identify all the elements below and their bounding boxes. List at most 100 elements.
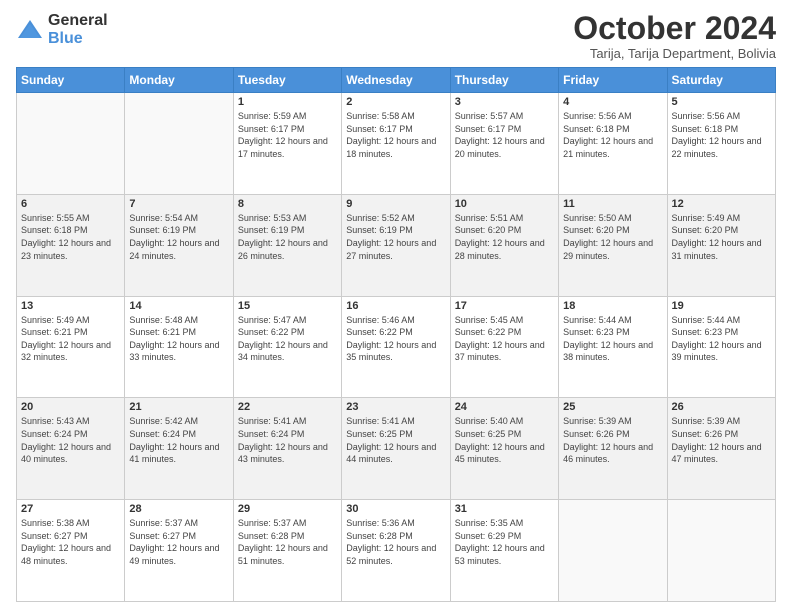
day-number: 11: [563, 198, 662, 210]
day-info: Sunrise: 5:46 AM Sunset: 6:22 PM Dayligh…: [346, 314, 445, 364]
day-number: 5: [672, 96, 771, 108]
logo-blue: Blue: [48, 30, 108, 48]
day-number: 1: [238, 96, 337, 108]
table-row: 16 Sunrise: 5:46 AM Sunset: 6:22 PM Dayli…: [342, 296, 450, 398]
table-row: [125, 93, 233, 195]
day-number: 15: [238, 300, 337, 312]
logo: General Blue: [16, 12, 108, 47]
table-row: 6 Sunrise: 5:55 AM Sunset: 6:18 PM Daylig…: [17, 194, 125, 296]
table-row: 23 Sunrise: 5:41 AM Sunset: 6:25 PM Dayli…: [342, 398, 450, 500]
table-row: 30 Sunrise: 5:36 AM Sunset: 6:28 PM Dayli…: [342, 500, 450, 602]
day-info: Sunrise: 5:54 AM Sunset: 6:19 PM Dayligh…: [129, 212, 228, 262]
table-row: 1 Sunrise: 5:59 AM Sunset: 6:17 PM Daylig…: [233, 93, 341, 195]
table-row: 17Sunrise: 5:45 AM Sunset: 6:22 PM Dayli…: [450, 296, 558, 398]
col-saturday: Saturday: [667, 68, 775, 93]
day-number: 2: [346, 96, 445, 108]
day-info: Sunrise: 5:51 AM Sunset: 6:20 PM Dayligh…: [455, 212, 554, 262]
day-number: 6: [21, 198, 120, 210]
title-block: October 2024 Tarija, Tarija Department, …: [573, 12, 776, 61]
day-number: 24: [455, 401, 554, 413]
day-number: 21: [129, 401, 228, 413]
table-row: 3 Sunrise: 5:57 AM Sunset: 6:17 PM Daylig…: [450, 93, 558, 195]
day-info: Sunrise: 5:53 AM Sunset: 6:19 PM Dayligh…: [238, 212, 337, 262]
table-row: 27Sunrise: 5:38 AM Sunset: 6:27 PM Dayli…: [17, 500, 125, 602]
table-row: 10 Sunrise: 5:51 AM Sunset: 6:20 PM Dayli…: [450, 194, 558, 296]
table-row: 18Sunrise: 5:44 AM Sunset: 6:23 PM Dayli…: [559, 296, 667, 398]
calendar-table: Sunday Monday Tuesday Wednesday Thursday…: [16, 67, 776, 602]
day-number: 30: [346, 503, 445, 515]
col-friday: Friday: [559, 68, 667, 93]
table-row: [17, 93, 125, 195]
day-number: 12: [672, 198, 771, 210]
day-info: Sunrise: 5:50 AM Sunset: 6:20 PM Dayligh…: [563, 212, 662, 262]
day-info: Sunrise: 5:38 AM Sunset: 6:27 PM Dayligh…: [21, 517, 120, 567]
month-title: October 2024: [573, 12, 776, 44]
day-number: 19: [672, 300, 771, 312]
page: General Blue October 2024 Tarija, Tarija…: [0, 0, 792, 612]
day-number: 16: [346, 300, 445, 312]
table-row: 2Sunrise: 5:58 AM Sunset: 6:17 PM Daylig…: [342, 93, 450, 195]
day-number: 4: [563, 96, 662, 108]
day-number: 10: [455, 198, 554, 210]
header: General Blue October 2024 Tarija, Tarija…: [16, 12, 776, 61]
day-info: Sunrise: 5:37 AM Sunset: 6:28 PM Dayligh…: [238, 517, 337, 567]
table-row: 12 Sunrise: 5:49 AM Sunset: 6:20 PM Dayli…: [667, 194, 775, 296]
col-wednesday: Wednesday: [342, 68, 450, 93]
day-info: Sunrise: 5:48 AM Sunset: 6:21 PM Dayligh…: [129, 314, 228, 364]
day-number: 3: [455, 96, 554, 108]
table-row: 9 Sunrise: 5:52 AM Sunset: 6:19 PM Daylig…: [342, 194, 450, 296]
table-row: 20Sunrise: 5:43 AM Sunset: 6:24 PM Dayli…: [17, 398, 125, 500]
day-number: 7: [129, 198, 228, 210]
location-subtitle: Tarija, Tarija Department, Bolivia: [573, 46, 776, 61]
day-number: 22: [238, 401, 337, 413]
day-number: 29: [238, 503, 337, 515]
col-tuesday: Tuesday: [233, 68, 341, 93]
table-row: [667, 500, 775, 602]
table-row: 7 Sunrise: 5:54 AM Sunset: 6:19 PM Daylig…: [125, 194, 233, 296]
day-number: 31: [455, 503, 554, 515]
table-row: 24Sunrise: 5:40 AM Sunset: 6:25 PM Dayli…: [450, 398, 558, 500]
day-info: Sunrise: 5:44 AM Sunset: 6:23 PM Dayligh…: [563, 314, 662, 364]
table-row: 14 Sunrise: 5:48 AM Sunset: 6:21 PM Dayli…: [125, 296, 233, 398]
day-info: Sunrise: 5:55 AM Sunset: 6:18 PM Dayligh…: [21, 212, 120, 262]
day-number: 9: [346, 198, 445, 210]
day-info: Sunrise: 5:39 AM Sunset: 6:26 PM Dayligh…: [672, 415, 771, 465]
col-thursday: Thursday: [450, 68, 558, 93]
col-sunday: Sunday: [17, 68, 125, 93]
day-info: Sunrise: 5:36 AM Sunset: 6:28 PM Dayligh…: [346, 517, 445, 567]
table-row: 5Sunrise: 5:56 AM Sunset: 6:18 PM Daylig…: [667, 93, 775, 195]
day-info: Sunrise: 5:42 AM Sunset: 6:24 PM Dayligh…: [129, 415, 228, 465]
calendar-week-row: 20Sunrise: 5:43 AM Sunset: 6:24 PM Dayli…: [17, 398, 776, 500]
calendar-week-row: 27Sunrise: 5:38 AM Sunset: 6:27 PM Dayli…: [17, 500, 776, 602]
day-info: Sunrise: 5:41 AM Sunset: 6:25 PM Dayligh…: [346, 415, 445, 465]
table-row: 29 Sunrise: 5:37 AM Sunset: 6:28 PM Dayli…: [233, 500, 341, 602]
day-info: Sunrise: 5:49 AM Sunset: 6:20 PM Dayligh…: [672, 212, 771, 262]
calendar-header-row: Sunday Monday Tuesday Wednesday Thursday…: [17, 68, 776, 93]
day-number: 14: [129, 300, 228, 312]
day-info: Sunrise: 5:57 AM Sunset: 6:17 PM Dayligh…: [455, 110, 554, 160]
calendar-week-row: 6 Sunrise: 5:55 AM Sunset: 6:18 PM Daylig…: [17, 194, 776, 296]
day-info: Sunrise: 5:56 AM Sunset: 6:18 PM Dayligh…: [563, 110, 662, 160]
table-row: [559, 500, 667, 602]
calendar-week-row: 13Sunrise: 5:49 AM Sunset: 6:21 PM Dayli…: [17, 296, 776, 398]
table-row: 8 Sunrise: 5:53 AM Sunset: 6:19 PM Daylig…: [233, 194, 341, 296]
table-row: 21 Sunrise: 5:42 AM Sunset: 6:24 PM Dayli…: [125, 398, 233, 500]
day-number: 23: [346, 401, 445, 413]
table-row: 13Sunrise: 5:49 AM Sunset: 6:21 PM Dayli…: [17, 296, 125, 398]
day-info: Sunrise: 5:44 AM Sunset: 6:23 PM Dayligh…: [672, 314, 771, 364]
day-info: Sunrise: 5:45 AM Sunset: 6:22 PM Dayligh…: [455, 314, 554, 364]
table-row: 19 Sunrise: 5:44 AM Sunset: 6:23 PM Dayli…: [667, 296, 775, 398]
table-row: 11 Sunrise: 5:50 AM Sunset: 6:20 PM Dayli…: [559, 194, 667, 296]
logo-general: General: [48, 12, 108, 30]
day-info: Sunrise: 5:52 AM Sunset: 6:19 PM Dayligh…: [346, 212, 445, 262]
day-info: Sunrise: 5:35 AM Sunset: 6:29 PM Dayligh…: [455, 517, 554, 567]
day-info: Sunrise: 5:43 AM Sunset: 6:24 PM Dayligh…: [21, 415, 120, 465]
day-info: Sunrise: 5:59 AM Sunset: 6:17 PM Dayligh…: [238, 110, 337, 160]
logo-text: General Blue: [48, 12, 108, 47]
day-number: 8: [238, 198, 337, 210]
table-row: 15 Sunrise: 5:47 AM Sunset: 6:22 PM Dayli…: [233, 296, 341, 398]
calendar-week-row: 1 Sunrise: 5:59 AM Sunset: 6:17 PM Daylig…: [17, 93, 776, 195]
day-number: 28: [129, 503, 228, 515]
day-info: Sunrise: 5:47 AM Sunset: 6:22 PM Dayligh…: [238, 314, 337, 364]
table-row: 25Sunrise: 5:39 AM Sunset: 6:26 PM Dayli…: [559, 398, 667, 500]
